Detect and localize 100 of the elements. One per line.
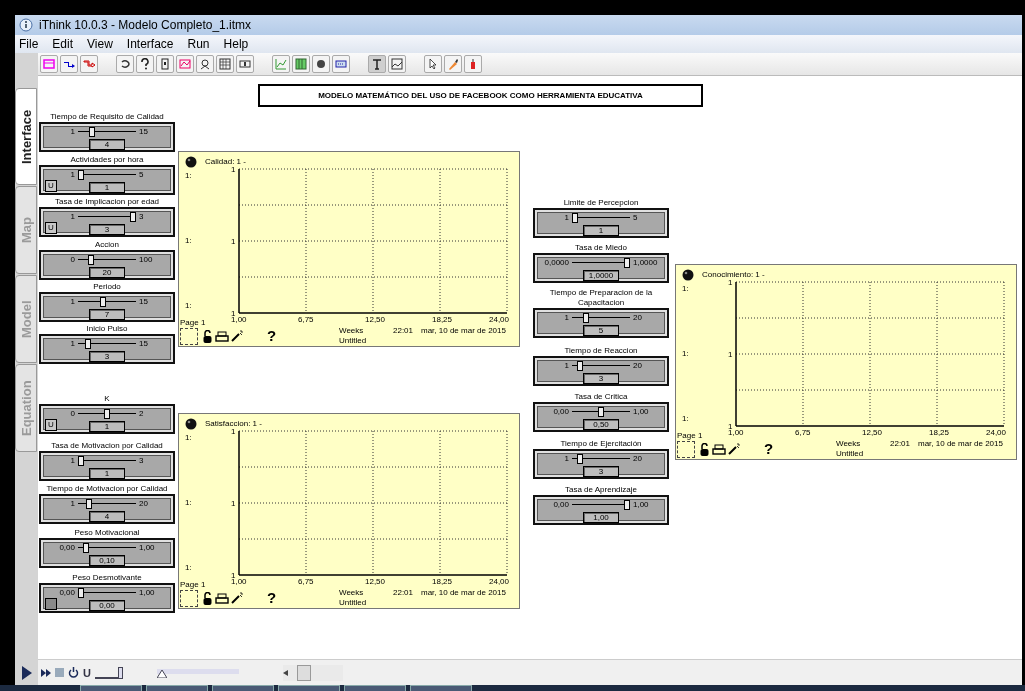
page-turner[interactable] — [677, 441, 695, 458]
fast-forward-icon[interactable] — [41, 668, 51, 677]
pen-ball-icon[interactable] — [185, 418, 197, 430]
taskbar-button[interactable] — [344, 685, 406, 691]
slider-track[interactable] — [572, 213, 630, 223]
magic-wand-icon[interactable] — [231, 329, 244, 342]
taskbar-button[interactable] — [212, 685, 274, 691]
slider-thumb[interactable] — [117, 666, 123, 679]
slider-thumb[interactable] — [88, 127, 95, 137]
magic-wand-icon[interactable] — [728, 442, 741, 455]
pen-label: 1: — [185, 563, 192, 572]
printer-icon[interactable] — [215, 593, 229, 604]
lock-icon[interactable] — [700, 443, 709, 456]
help-button[interactable]: ? — [267, 590, 277, 606]
value-field[interactable]: 3 — [583, 466, 619, 477]
value-field[interactable]: 3 — [89, 224, 125, 235]
slider-thumb[interactable] — [100, 297, 107, 307]
value-field[interactable]: 0,00 — [89, 600, 125, 611]
slider-track[interactable] — [572, 258, 630, 268]
toolbar-button[interactable] — [156, 55, 174, 73]
slider-thumb[interactable] — [156, 669, 167, 678]
slider-thumb[interactable] — [624, 500, 630, 510]
magic-wand-icon[interactable] — [231, 591, 244, 604]
slider-thumb[interactable] — [624, 258, 630, 268]
speed-slider[interactable] — [94, 666, 123, 679]
value-field[interactable]: 1,00 — [583, 512, 619, 523]
taskbar-button[interactable] — [146, 685, 208, 691]
undo-button[interactable]: U — [45, 419, 57, 431]
value-field[interactable]: 1 — [583, 225, 619, 236]
help-icon — [139, 58, 151, 70]
value-field[interactable]: 4 — [89, 139, 125, 150]
value-field[interactable]: 20 — [89, 267, 125, 278]
value-field[interactable]: 0,50 — [583, 419, 619, 430]
slider-thumb[interactable] — [85, 339, 92, 349]
slider-thumb[interactable] — [86, 499, 93, 509]
menu-item[interactable]: Interface — [126, 37, 174, 51]
play-icon[interactable] — [20, 664, 33, 681]
slider-thumb[interactable] — [78, 170, 84, 180]
slider-thumb[interactable] — [598, 407, 604, 417]
undo-button[interactable]: U — [83, 666, 91, 679]
taskbar-button[interactable] — [278, 685, 340, 691]
undo-button[interactable]: U — [45, 222, 57, 234]
scroll-thumb[interactable] — [296, 664, 311, 681]
slider-thumb[interactable] — [88, 255, 95, 265]
scroll-left-icon[interactable] — [282, 669, 289, 676]
slider-thumb[interactable] — [130, 212, 136, 222]
value-field[interactable]: 0,10 — [89, 555, 125, 566]
toolbar-button[interactable] — [60, 55, 78, 73]
slider-thumb[interactable] — [577, 361, 584, 371]
slider-track[interactable] — [78, 212, 136, 222]
page-turner[interactable] — [180, 328, 198, 345]
slider-thumb[interactable] — [83, 543, 90, 553]
menu-item[interactable]: Help — [223, 37, 249, 51]
menu-item[interactable]: Edit — [52, 37, 74, 51]
taskbar-button[interactable] — [410, 685, 472, 691]
toolbar-button[interactable] — [116, 55, 134, 73]
axis-tick-label: 1 — [231, 427, 236, 436]
slider-thumb[interactable] — [78, 456, 84, 466]
menu-item[interactable]: View — [87, 37, 113, 51]
slider-track[interactable] — [78, 588, 136, 598]
printer-icon[interactable] — [712, 444, 726, 455]
menu-item[interactable]: File — [19, 37, 39, 51]
taskbar-button[interactable] — [80, 685, 142, 691]
printer-icon[interactable] — [215, 331, 229, 342]
toolbar-button[interactable] — [424, 55, 442, 73]
value-field[interactable]: 4 — [89, 511, 125, 522]
value-field[interactable]: 5 — [583, 325, 619, 336]
pen-ball-icon[interactable] — [682, 269, 694, 281]
help-button[interactable]: ? — [764, 441, 774, 457]
value-field[interactable]: 1 — [89, 182, 125, 193]
help-button[interactable]: ? — [267, 328, 277, 344]
lock-icon[interactable] — [203, 592, 212, 605]
slider-thumb[interactable] — [577, 454, 584, 464]
toolbar-button[interactable] — [236, 55, 254, 73]
value-field[interactable]: 1 — [89, 421, 125, 432]
slider-thumb[interactable] — [104, 409, 110, 419]
slider-min: 0,00 — [58, 543, 75, 553]
toolbar-button[interactable] — [136, 55, 154, 73]
slider-track[interactable] — [572, 500, 630, 510]
toolbar-button[interactable] — [312, 55, 330, 73]
value-field[interactable]: 1 — [89, 468, 125, 479]
scrollbar[interactable] — [282, 664, 343, 681]
value-field[interactable]: 3 — [583, 373, 619, 384]
page-turner[interactable] — [180, 590, 198, 607]
slider-track[interactable] — [78, 456, 136, 466]
slider-thumb[interactable] — [582, 313, 589, 323]
value-field[interactable]: 7 — [89, 309, 125, 320]
slider-thumb[interactable] — [78, 588, 84, 598]
menu-item[interactable]: Run — [187, 37, 210, 51]
slider-thumb[interactable] — [572, 213, 578, 223]
side-tab[interactable]: Interface — [15, 88, 37, 185]
toolbar-button[interactable] — [196, 55, 214, 73]
value-field[interactable]: 1,0000 — [583, 270, 619, 281]
pen-ball-icon[interactable] — [185, 156, 197, 168]
slider-max: 100 — [139, 255, 153, 265]
value-field[interactable]: 3 — [89, 351, 125, 362]
lock-icon[interactable] — [203, 330, 212, 343]
slider-track[interactable] — [78, 170, 136, 180]
toolbar-button[interactable] — [388, 55, 406, 73]
undo-button[interactable]: U — [45, 180, 57, 192]
